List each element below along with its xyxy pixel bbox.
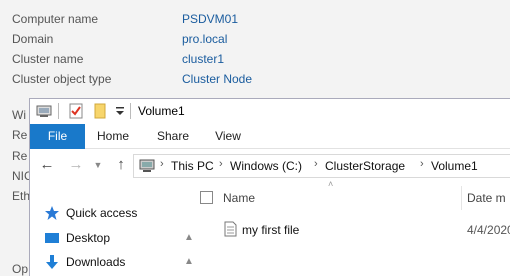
file-row[interactable]: my first file 4/4/2020 <box>190 219 510 241</box>
address-bar-row: ← → ▼ ↑ › This PC › Windows (C:) › Clust… <box>30 150 510 180</box>
select-all-checkbox[interactable] <box>200 191 213 204</box>
breadcrumb-clusterstorage[interactable]: ClusterStorage <box>325 159 405 173</box>
partial-property-label: Wi <box>12 108 26 122</box>
property-label: Computer name <box>12 12 99 26</box>
property-value-link[interactable]: pro.local <box>182 32 227 46</box>
column-header-name[interactable]: Name <box>223 191 255 205</box>
property-label: Cluster object type <box>12 72 112 86</box>
partial-property-label: Re <box>12 128 28 142</box>
title-bar: Volume1 <box>30 99 510 124</box>
file-list: ˄ Name Date m my first file 4/4/2020 <box>190 179 510 276</box>
partial-property-label: Re <box>12 149 28 163</box>
checkmark-properties-icon[interactable] <box>68 103 84 119</box>
property-value-link[interactable]: Cluster Node <box>182 72 252 86</box>
property-value-link[interactable]: PSDVM01 <box>182 12 238 26</box>
breadcrumb-chevron-icon[interactable]: › <box>420 158 424 170</box>
column-divider[interactable] <box>461 186 462 210</box>
breadcrumb-chevron-icon[interactable]: › <box>314 158 318 170</box>
text-file-icon <box>224 221 237 237</box>
breadcrumb-volume1[interactable]: Volume1 <box>431 159 478 173</box>
breadcrumb-windows-c[interactable]: Windows (C:) <box>230 159 302 173</box>
file-explorer-window: Volume1 File Home Share View ← → ▼ ↑ › T… <box>29 98 510 276</box>
tab-home[interactable]: Home <box>92 124 134 149</box>
partial-property-label: Eth <box>12 189 31 203</box>
qat-divider <box>58 103 59 119</box>
recent-locations-chevron-icon[interactable]: ▼ <box>89 155 107 175</box>
up-arrow-icon[interactable]: ↑ <box>112 155 130 175</box>
customize-qat-icon[interactable] <box>112 103 128 119</box>
file-name: my first file <box>242 223 300 237</box>
file-date-modified: 4/4/2020 <box>467 223 510 237</box>
breadcrumb-this-pc[interactable]: This PC <box>171 159 214 173</box>
window-title: Volume1 <box>138 104 185 118</box>
property-label: Domain <box>12 32 54 46</box>
nav-item-label: Desktop <box>66 231 111 245</box>
property-label: Cluster name <box>12 52 84 66</box>
navigation-pane: Quick access Desktop ▲ Downloads ▲ <box>30 191 194 276</box>
desktop-icon <box>45 233 59 243</box>
this-pc-icon <box>139 159 155 172</box>
address-bar[interactable]: › This PC › Windows (C:) › ClusterStorag… <box>133 154 510 178</box>
tab-share[interactable]: Share <box>152 124 194 149</box>
back-arrow-icon[interactable]: ← <box>38 155 56 175</box>
new-folder-icon[interactable] <box>92 103 108 119</box>
properties-icon[interactable] <box>36 103 52 119</box>
ribbon-tabs: File Home Share View <box>30 124 510 149</box>
tab-file[interactable]: File <box>30 124 85 149</box>
sort-caret-icon: ˄ <box>328 179 334 189</box>
column-header-row: ˄ Name Date m <box>190 179 510 211</box>
column-header-date-modified[interactable]: Date m <box>467 191 506 205</box>
breadcrumb-chevron-icon[interactable]: › <box>219 158 223 170</box>
partial-property-label: Op <box>12 262 29 276</box>
downloads-icon <box>46 255 58 269</box>
forward-arrow-icon[interactable]: → <box>67 155 85 175</box>
breadcrumb-chevron-icon[interactable]: › <box>160 158 164 170</box>
nav-item-label: Downloads <box>66 255 126 269</box>
star-icon <box>45 206 59 220</box>
property-value-link[interactable]: cluster1 <box>182 52 224 66</box>
nav-item-label: Quick access <box>66 206 138 220</box>
title-divider <box>130 103 131 119</box>
tab-view[interactable]: View <box>210 124 246 149</box>
